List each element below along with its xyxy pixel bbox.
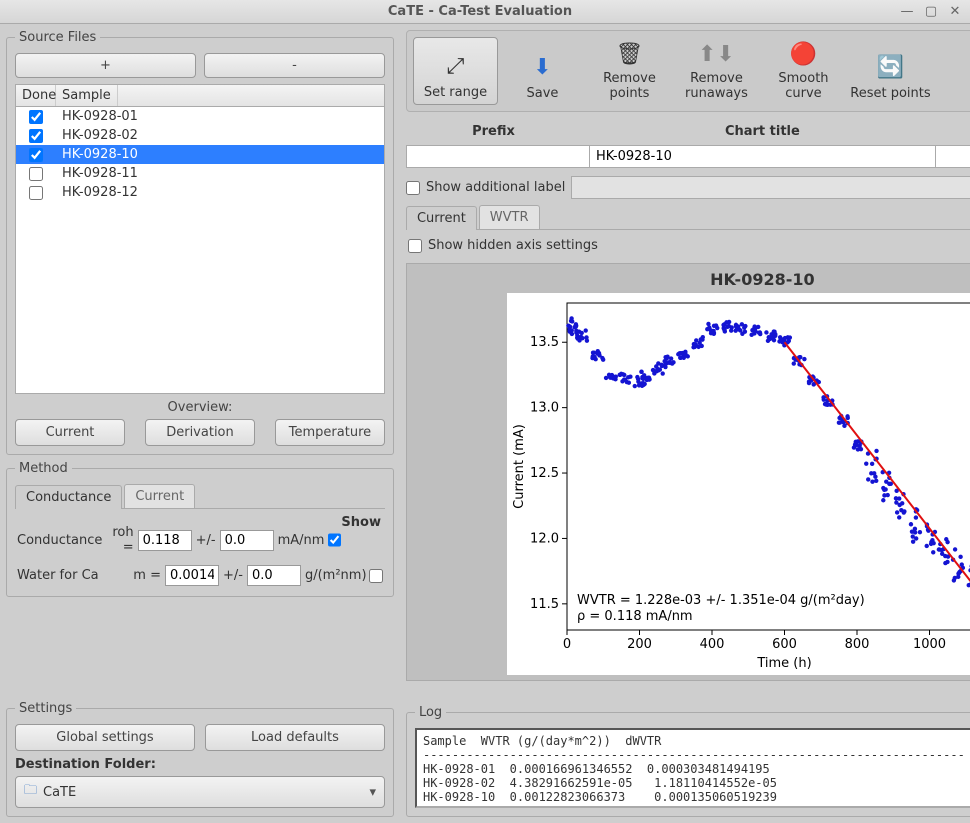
titlebar: CaTE - Ca-Test Evaluation — ▢ ✕ xyxy=(0,0,970,24)
runaways-icon: ⬆⬇ xyxy=(698,41,735,68)
done-check[interactable] xyxy=(29,110,43,124)
set-range-button[interactable]: ⤢Set range xyxy=(413,37,498,105)
prefix-header: Prefix xyxy=(406,122,581,141)
source-legend: Source Files xyxy=(15,30,100,45)
remove-runaways-button[interactable]: ⬆⬇Remove runaways xyxy=(674,37,759,105)
close-icon[interactable]: ✕ xyxy=(948,5,962,19)
svg-text:Current (mA): Current (mA) xyxy=(512,424,527,509)
load-defaults-button[interactable]: Load defaults xyxy=(205,724,385,751)
show-addl-label-check[interactable] xyxy=(406,181,420,195)
suffix-input[interactable] xyxy=(936,146,970,167)
chart-title-input[interactable] xyxy=(590,146,936,167)
tab-plot-current[interactable]: Current xyxy=(406,206,477,230)
show-hidden-axis-check[interactable] xyxy=(408,239,422,253)
svg-text:13.5: 13.5 xyxy=(530,335,559,350)
smooth-curve-button[interactable]: 🔴Smooth curve xyxy=(761,37,846,105)
table-row[interactable]: HK-0928-11 xyxy=(16,164,384,183)
prefix-input[interactable] xyxy=(407,146,590,167)
toolbar: ⤢Set range ⬇Save 🗑Remove points ⬆⬇Remove… xyxy=(406,30,970,112)
water-tol[interactable] xyxy=(247,565,301,586)
trash-icon: 🗑 xyxy=(616,41,644,68)
sample-cell: HK-0928-11 xyxy=(56,165,144,182)
sample-cell: HK-0928-02 xyxy=(56,127,144,144)
suffix-header: Suffix xyxy=(944,122,970,141)
svg-text:12.5: 12.5 xyxy=(530,466,559,481)
table-row[interactable]: HK-0928-12 xyxy=(16,183,384,202)
svg-text:Time (h): Time (h) xyxy=(757,656,812,671)
col-sample[interactable]: Sample xyxy=(56,85,118,106)
addl-label-text: Show additional label xyxy=(426,180,565,195)
dest-folder-combo[interactable]: 🗀 CaTE ▾ xyxy=(15,776,385,808)
conductance-show-check[interactable] xyxy=(328,533,341,547)
svg-text:800: 800 xyxy=(845,637,870,652)
method-legend: Method xyxy=(15,461,72,476)
overview-label: Overview: xyxy=(15,400,385,415)
svg-text:0: 0 xyxy=(563,637,571,652)
source-files-group: Source Files + - Done Sample HK-0928-01 H… xyxy=(6,30,394,455)
global-settings-button[interactable]: Global settings xyxy=(15,724,195,751)
smooth-icon: 🔴 xyxy=(790,41,817,68)
water-show-check[interactable] xyxy=(369,569,383,583)
addl-label-input xyxy=(571,176,970,199)
reset-icon: 🔄 xyxy=(877,53,904,83)
chevron-down-icon: ▾ xyxy=(369,785,376,800)
col-done[interactable]: Done xyxy=(16,85,56,106)
remove-file-button[interactable]: - xyxy=(204,53,385,78)
reset-points-button[interactable]: 🔄Reset points xyxy=(848,37,933,105)
settings-legend: Settings xyxy=(15,701,76,716)
conductance-value[interactable] xyxy=(138,530,192,551)
dest-folder-label: Destination Folder: xyxy=(15,757,385,772)
maximize-icon[interactable]: ▢ xyxy=(924,5,938,19)
chart-canvas[interactable]: 02004006008001000120011.512.012.513.013.… xyxy=(507,293,970,675)
done-check[interactable] xyxy=(29,186,43,200)
svg-text:11.5: 11.5 xyxy=(530,597,559,612)
svg-text:WVTR = 1.228e-03 +/- 1.351e-04: WVTR = 1.228e-03 +/- 1.351e-04 g/(m²day) xyxy=(577,593,865,608)
svg-text:13.0: 13.0 xyxy=(530,401,559,416)
method-group: Method Conductance Current Show Conducta… xyxy=(6,461,394,597)
table-row[interactable]: HK-0928-02 xyxy=(16,126,384,145)
sample-cell: HK-0928-12 xyxy=(56,184,144,201)
minimize-icon[interactable]: — xyxy=(900,5,914,19)
add-file-button[interactable]: + xyxy=(15,53,196,78)
tab-plot-wvtr[interactable]: WVTR xyxy=(479,205,540,229)
tab-conductance[interactable]: Conductance xyxy=(15,485,122,509)
svg-text:600: 600 xyxy=(772,637,797,652)
log-legend: Log xyxy=(415,705,446,720)
log-group: Log Sample WVTR (g/(day*m^2)) dWVTR ----… xyxy=(406,705,970,817)
show-header: Show xyxy=(341,515,383,530)
settings-group: Settings Global settings Load defaults D… xyxy=(6,701,394,817)
svg-text:1000: 1000 xyxy=(913,637,946,652)
hidden-axis-label: Show hidden axis settings xyxy=(428,238,598,253)
save-button[interactable]: ⬇Save xyxy=(500,37,585,105)
table-row[interactable]: HK-0928-01 xyxy=(16,107,384,126)
tab-current[interactable]: Current xyxy=(124,484,195,508)
sample-cell: HK-0928-10 xyxy=(56,146,144,163)
conductance-label: Conductance xyxy=(17,533,102,548)
done-check[interactable] xyxy=(29,129,43,143)
window-title: CaTE - Ca-Test Evaluation xyxy=(60,4,900,19)
save-icon: ⬇ xyxy=(533,53,551,83)
svg-text:ρ = 0.118 mA/nm: ρ = 0.118 mA/nm xyxy=(577,609,693,624)
table-row[interactable]: HK-0928-10 xyxy=(16,145,384,164)
samples-table[interactable]: Done Sample HK-0928-01 HK-0928-02 HK-0928-… xyxy=(15,84,385,394)
overview-temperature-button[interactable]: Temperature xyxy=(275,419,385,446)
sample-cell: HK-0928-01 xyxy=(56,108,144,125)
svg-text:200: 200 xyxy=(627,637,652,652)
done-check[interactable] xyxy=(29,148,43,162)
svg-text:400: 400 xyxy=(700,637,725,652)
water-value[interactable] xyxy=(165,565,219,586)
done-check[interactable] xyxy=(29,167,43,181)
svg-text:12.0: 12.0 xyxy=(530,531,559,546)
set-range-icon: ⤢ xyxy=(447,52,465,82)
overview-derivation-button[interactable]: Derivation xyxy=(145,419,255,446)
plot-title: HK-0928-10 xyxy=(409,266,970,293)
folder-icon: 🗀 xyxy=(24,781,37,803)
conductance-tol[interactable] xyxy=(220,530,274,551)
chart-title-header: Chart title xyxy=(581,122,944,141)
log-text[interactable]: Sample WVTR (g/(day*m^2)) dWVTR --------… xyxy=(415,728,970,808)
remove-points-button[interactable]: 🗑Remove points xyxy=(587,37,672,105)
overview-current-button[interactable]: Current xyxy=(15,419,125,446)
plot-area: HK-0928-10 02004006008001000120011.512.0… xyxy=(406,263,970,681)
water-label: Water for Ca xyxy=(17,568,117,583)
